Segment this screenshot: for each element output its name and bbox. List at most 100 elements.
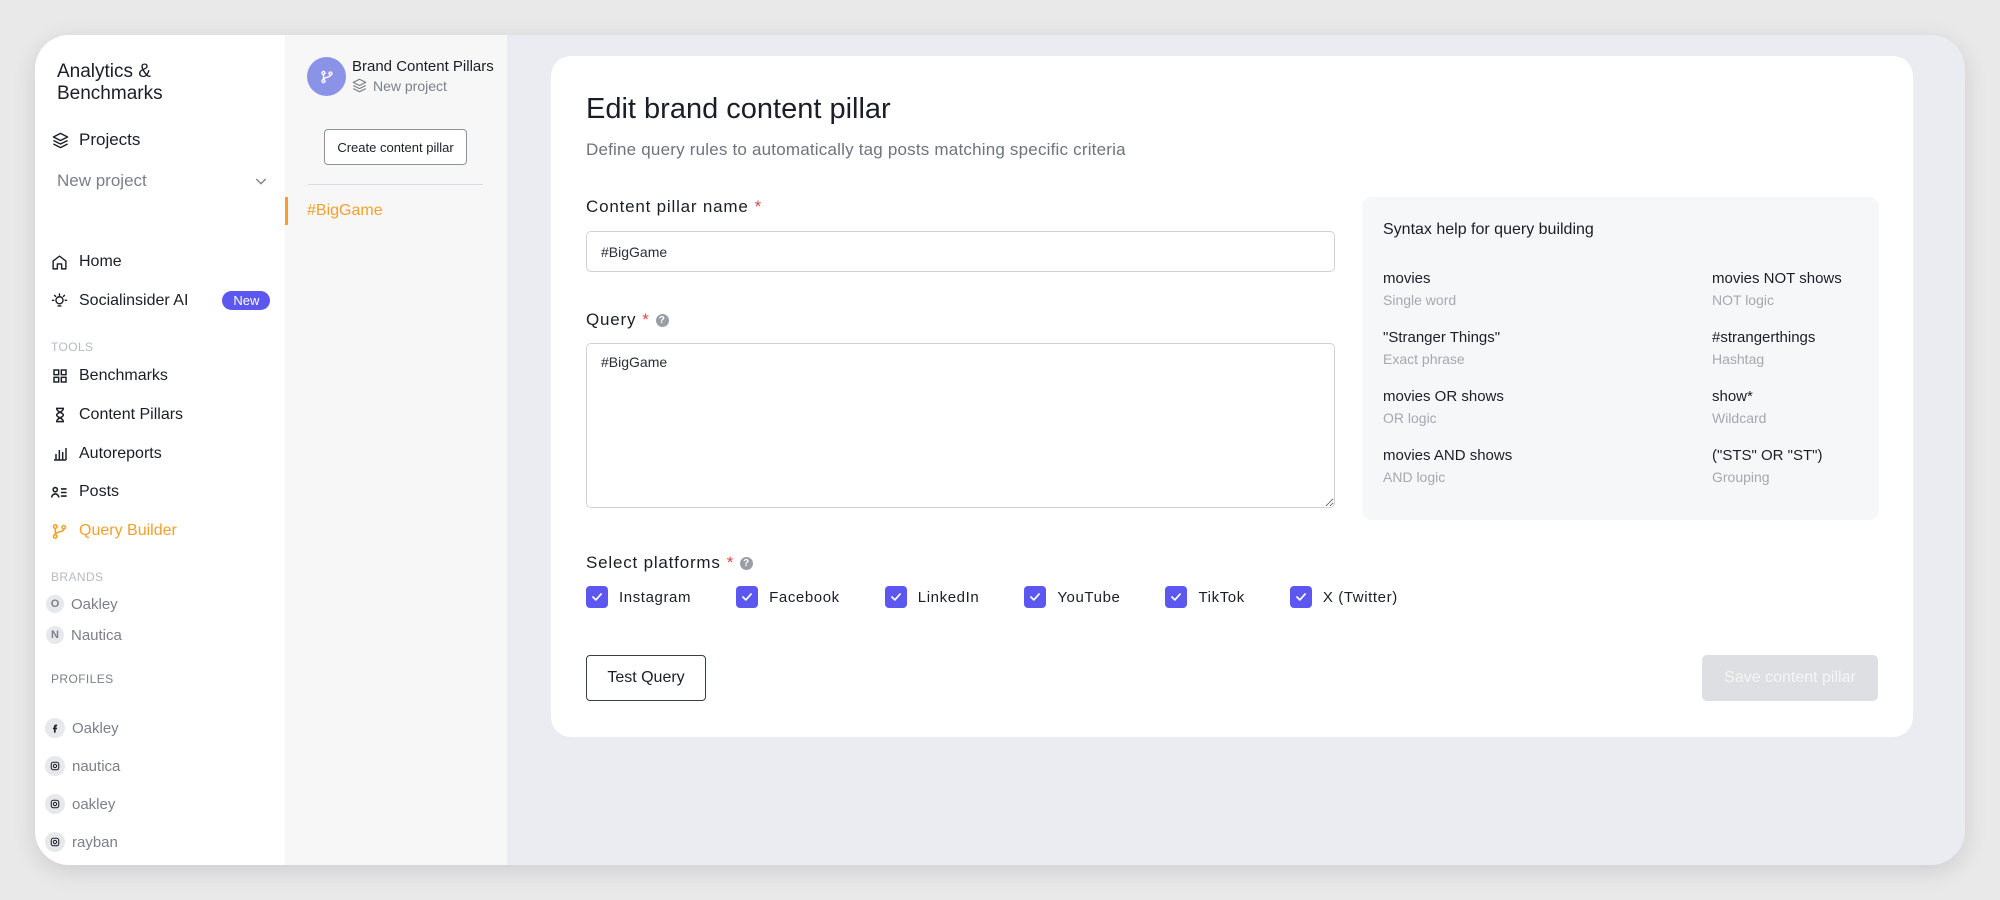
app-window: Analytics & Benchmarks Projects New proj… xyxy=(35,35,1965,865)
project-select[interactable]: New project xyxy=(57,171,269,191)
platform-checkbox-instagram[interactable]: Instagram xyxy=(586,586,691,608)
query-label-text: Query xyxy=(586,310,637,329)
syntax-keyword: "Stranger Things" xyxy=(1383,329,1501,346)
edit-pillar-card: Edit brand content pillar Define query r… xyxy=(551,56,1913,737)
layers-icon xyxy=(351,77,368,94)
pillar-list-item[interactable]: #BigGame xyxy=(285,197,507,225)
nav-autoreports[interactable]: Autoreports xyxy=(51,445,162,463)
platform-label: Instagram xyxy=(619,588,692,606)
platform-checkbox-group: Instagram Facebook LinkedIn YouTube TikT… xyxy=(586,586,1398,608)
nav-posts[interactable]: Posts xyxy=(51,483,119,501)
save-content-pillar-button[interactable]: Save content pillar xyxy=(1702,655,1878,701)
nav-socialinsider-ai-label: Socialinsider AI xyxy=(79,291,189,309)
syntax-description: Exact phrase xyxy=(1383,351,1465,367)
profiles-section-label: PROFILES xyxy=(51,672,114,686)
layers-icon xyxy=(52,132,69,149)
nav-autoreports-label: Autoreports xyxy=(79,445,162,462)
platform-checkbox-youtube[interactable]: YouTube xyxy=(1024,586,1120,608)
platform-label: X (Twitter) xyxy=(1322,588,1398,606)
active-indicator xyxy=(285,197,288,225)
profile-item[interactable]: nautica xyxy=(45,756,120,776)
platform-checkbox-facebook[interactable]: Facebook xyxy=(736,586,840,608)
brand-name: Nautica xyxy=(71,626,122,644)
syntax-description: OR logic xyxy=(1383,410,1437,426)
syntax-keyword: show* xyxy=(1712,388,1753,405)
nav-content-pillars[interactable]: Content Pillars xyxy=(51,406,183,424)
platform-checkbox-tiktok[interactable]: TikTok xyxy=(1165,586,1244,608)
platform-label: Facebook xyxy=(769,588,840,606)
syntax-example: "Stranger Things" Exact phrase xyxy=(1383,329,1500,367)
profile-name: rayban xyxy=(72,833,118,851)
projects-link[interactable]: Projects xyxy=(52,130,140,150)
checkbox-checked-icon[interactable] xyxy=(884,586,907,608)
syntax-keyword: #strangerthings xyxy=(1712,329,1816,346)
profile-name: Oakley xyxy=(72,719,119,737)
nav-home-label: Home xyxy=(79,253,122,270)
content-pillar-name-input[interactable] xyxy=(586,231,1335,272)
required-mark: * xyxy=(642,310,650,329)
brand-avatar: O xyxy=(46,595,64,613)
page-subtitle: Define query rules to automatically tag … xyxy=(586,140,1126,159)
nav-query-builder-label: Query Builder xyxy=(79,522,177,539)
brands-section-label: BRANDS xyxy=(51,570,104,584)
syntax-description: Hashtag xyxy=(1712,351,1765,367)
page-title: Edit brand content pillar xyxy=(586,93,891,125)
checkbox-checked-icon[interactable] xyxy=(736,586,759,608)
lightbulb-icon xyxy=(51,292,68,309)
brand-item[interactable]: O Oakley xyxy=(46,595,118,613)
syntax-keyword: movies AND shows xyxy=(1383,447,1513,464)
brand-item[interactable]: N Nautica xyxy=(46,626,122,644)
query-textarea[interactable]: #BigGame xyxy=(586,343,1335,508)
pillar-list-item-label: #BigGame xyxy=(307,202,383,219)
bar-chart-icon xyxy=(51,446,68,463)
checkbox-checked-icon[interactable] xyxy=(1289,586,1312,608)
hourglass-icon xyxy=(51,407,68,424)
project-select-value: New project xyxy=(57,171,147,190)
content-pillar-name-label: Content pillar name * xyxy=(586,197,762,217)
pillars-panel-title: Brand Content Pillars xyxy=(352,58,494,75)
help-icon[interactable]: ? xyxy=(655,313,669,327)
home-icon xyxy=(51,254,68,271)
platform-checkbox-x-twitter[interactable]: X (Twitter) xyxy=(1289,586,1398,608)
profile-name: oakley xyxy=(72,795,116,813)
profile-item[interactable]: Oakley xyxy=(45,718,119,738)
syntax-help-panel: Syntax help for query building movies Si… xyxy=(1362,197,1879,520)
create-content-pillar-button[interactable]: Create content pillar xyxy=(324,129,467,165)
profile-item[interactable]: rayban xyxy=(45,832,118,852)
git-branch-icon xyxy=(307,57,346,96)
chevron-down-icon xyxy=(252,173,269,190)
checkbox-checked-icon[interactable] xyxy=(586,586,608,608)
pillars-panel-project: New project xyxy=(373,77,447,94)
syntax-example: movies NOT shows NOT logic xyxy=(1712,270,1842,308)
query-label: Query * ? xyxy=(586,310,669,330)
syntax-keyword: movies OR shows xyxy=(1383,388,1504,405)
nav-posts-label: Posts xyxy=(79,483,120,500)
syntax-example: show* Wildcard xyxy=(1712,388,1766,426)
nav-content-pillars-label: Content Pillars xyxy=(79,406,184,423)
nav-socialinsider-ai[interactable]: Socialinsider AI New xyxy=(51,291,271,310)
tools-section-label: TOOLS xyxy=(51,340,94,354)
help-icon[interactable]: ? xyxy=(740,556,754,570)
nav-benchmarks-label: Benchmarks xyxy=(79,367,168,384)
checkbox-checked-icon[interactable] xyxy=(1024,586,1047,608)
brand-name: Oakley xyxy=(71,595,118,613)
profile-item[interactable]: oakley xyxy=(45,794,115,814)
syntax-keyword: ("STS" OR "ST") xyxy=(1712,447,1823,464)
posts-list-icon xyxy=(51,484,68,501)
nav-benchmarks[interactable]: Benchmarks xyxy=(51,367,168,385)
nav-query-builder[interactable]: Query Builder xyxy=(51,522,177,540)
syntax-description: Wildcard xyxy=(1712,410,1767,426)
instagram-icon xyxy=(45,756,65,776)
content-pillar-name-label-text: Content pillar name xyxy=(586,197,749,216)
platform-label: YouTube xyxy=(1057,588,1121,606)
test-query-button[interactable]: Test Query xyxy=(586,655,706,701)
nav-home[interactable]: Home xyxy=(51,253,122,271)
syntax-example: ("STS" OR "ST") Grouping xyxy=(1712,447,1822,485)
app-title: Analytics & Benchmarks xyxy=(57,61,163,104)
checkbox-checked-icon[interactable] xyxy=(1165,586,1188,608)
syntax-example: movies AND shows AND logic xyxy=(1383,447,1512,485)
select-platforms-label: Select platforms * ? xyxy=(586,553,754,573)
syntax-example: movies Single word xyxy=(1383,270,1456,308)
platform-checkbox-linkedin[interactable]: LinkedIn xyxy=(884,586,980,608)
grid-icon xyxy=(51,368,68,385)
